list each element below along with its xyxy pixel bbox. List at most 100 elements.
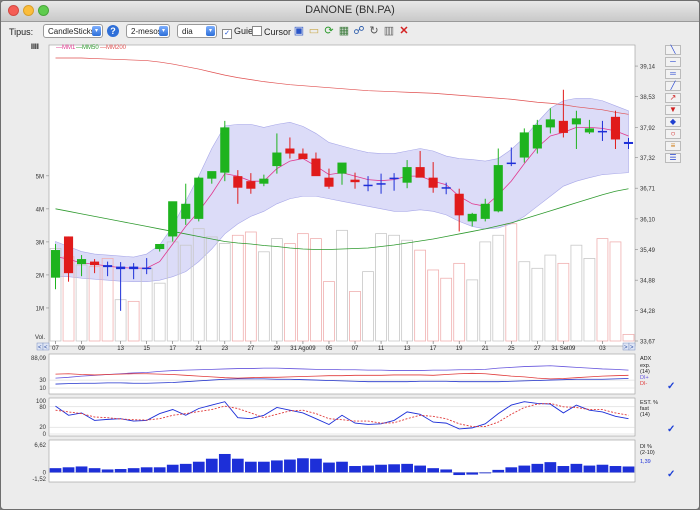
x-axis-label: 31 Ago09 [290,346,316,352]
di-bar [88,468,101,473]
candle-body [63,236,74,274]
candle-body [50,250,61,278]
x-axis-label: 17 [169,346,176,352]
candle-body [454,193,464,216]
di-axis-label: 0 [43,470,47,476]
price-axis-label: 37,92 [640,126,656,132]
di-bar [440,469,453,473]
candle-body [142,267,152,270]
adx-legend-dim: DI- [640,381,648,387]
arrow-tool[interactable]: ↗ [665,93,681,103]
price-axis-label: 35,49 [640,248,656,254]
trend-line-tool[interactable]: ╲ [665,45,681,55]
adx-axis-label: 88,09 [31,356,47,362]
di-bar [166,464,179,473]
candle-body [532,124,542,149]
chart-type-icon: llll [31,44,39,51]
di-bar [531,463,544,473]
text-tool[interactable]: ☰ [665,153,681,163]
x-axis-label: 07 [52,346,59,352]
di-bar [244,461,257,473]
candle-body [337,162,347,174]
di-bar [375,464,387,473]
volume-axis-label: 1M [36,306,44,312]
candle-body [168,201,178,237]
candle-body [207,171,217,179]
di-bar [349,466,361,473]
candle-body [415,167,425,178]
x-axis-label: 17 [430,346,437,352]
scroll-right-icon: > [630,345,634,351]
volume-label: Vol. [35,335,45,341]
circle-tool[interactable]: ○ [665,129,681,139]
stoch-axis-label: 80 [39,405,46,411]
candle-body [233,176,243,188]
candle-body [441,187,451,189]
di-bar [336,461,348,473]
scroll-left-icon: < [38,345,42,351]
di-bar [622,466,635,473]
stoch-settings-icon[interactable]: ✓ [667,425,681,435]
di-bar [609,466,622,473]
di-bar [140,467,153,473]
scroll-right-fast-icon: > [624,345,628,351]
di-bar [323,462,335,473]
candle-body [584,128,594,133]
di-bar [258,461,270,473]
di-legend-params: (2-10) [640,450,655,456]
di-bar [388,464,400,473]
price-axis-label: 33,67 [640,340,656,346]
candle-body [298,153,308,160]
price-axis-label: 36,10 [640,217,656,223]
x-axis-label: 19 [456,346,463,352]
di-bar [401,463,413,473]
di-bar [231,458,244,473]
candle-body [493,165,503,212]
di-bar [518,465,531,473]
x-axis-label: 13 [117,346,124,352]
candle-body [402,167,412,183]
di-bar [205,458,218,473]
candle-body [220,127,230,173]
di-bar [284,459,296,473]
candle-body [376,183,386,185]
adx-settings-icon[interactable]: ✓ [667,382,681,392]
stoch-legend-period: (14) [640,412,650,418]
candle-body [311,158,321,177]
candle-body [363,184,373,187]
candle-body [90,261,100,266]
adx-axis-label: 30 [39,378,46,384]
di-axis-label: 6,62 [34,443,46,449]
fibonacci-tool[interactable]: ≡ [665,141,681,151]
point-tool[interactable]: ◆ [665,117,681,127]
chart-area[interactable]: 39,14 38,53 37,92 37,32 36,71 36,10 35,49 34,88… [1,1,700,510]
x-axis-label: 31 Set09 [551,346,576,352]
scroll-left-fast-icon: < [44,345,48,351]
x-axis-label: 21 [482,346,489,352]
parallel-lines-tool[interactable]: ═ [665,69,681,79]
x-axis-label: 27 [534,346,541,352]
di-bar [427,468,440,473]
x-axis-label: 29 [274,346,281,352]
di-settings-icon[interactable]: ✓ [667,470,681,480]
marker-tool[interactable]: ▼ [665,105,681,115]
app-window: DANONE (BN.PA) Tipus: CandleSticks ▾ ? 2… [0,0,700,510]
di-bar [544,462,557,473]
di-bar [466,472,479,475]
pen-tool[interactable]: ╱ [665,81,681,91]
candle-body [103,265,113,268]
di-bar [114,469,127,473]
di-axis-label: -1,52 [32,477,46,483]
di-bar [179,463,192,473]
di-bar [297,458,309,473]
price-axis-label: 38,53 [640,95,656,101]
volume-axis-label: 2M [36,273,44,279]
di-bar [153,467,166,473]
price-axis-label: 37,32 [640,156,656,162]
di-bar [492,469,505,473]
horizontal-line-tool[interactable]: ─ [665,57,681,67]
di-bar [62,467,75,473]
candle-body [519,132,529,158]
candle-body [545,119,555,128]
candle-body [324,177,334,187]
